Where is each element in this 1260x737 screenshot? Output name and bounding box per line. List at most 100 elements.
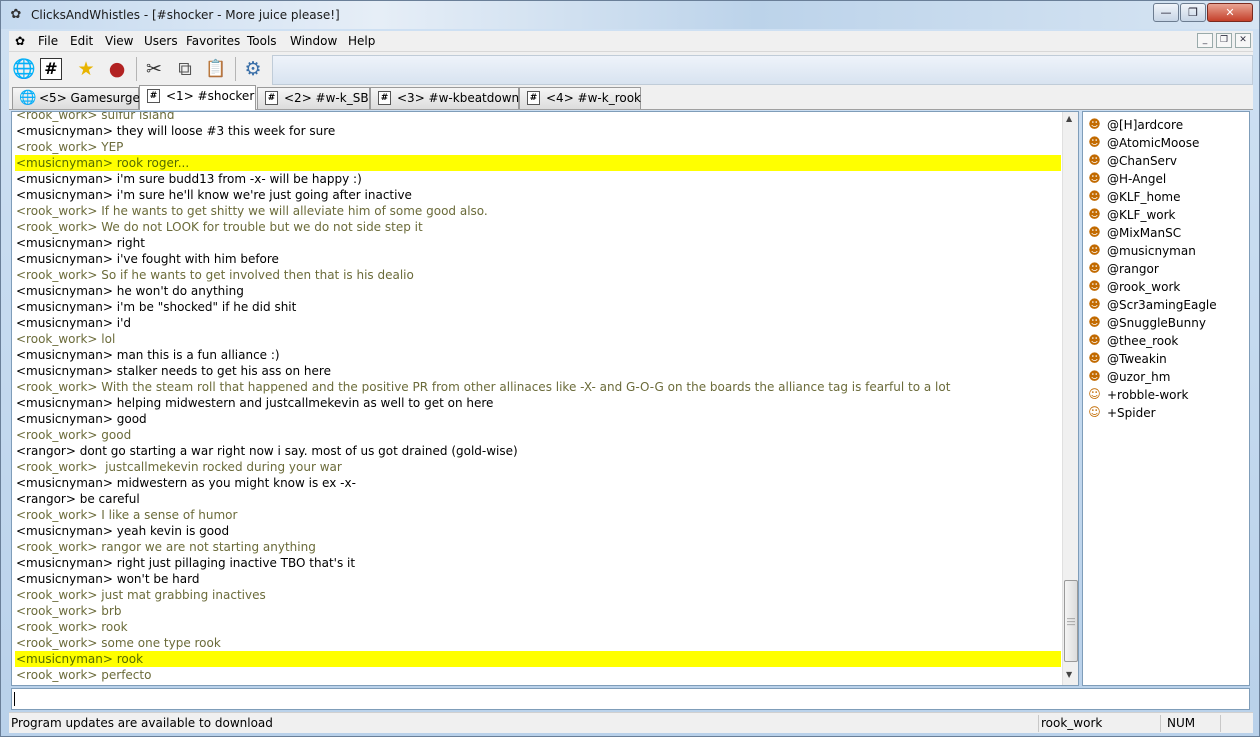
message-input[interactable] (11, 688, 1250, 710)
menu-window[interactable]: Window (287, 33, 340, 50)
status-extra (1220, 715, 1253, 732)
chat-line: <rook_work> some one type rook (16, 636, 221, 650)
user-nick: @ChanServ (1107, 154, 1177, 168)
minimize-button[interactable]: — (1153, 3, 1179, 22)
chat-log-pane[interactable]: <rook_work> sulfur island <musicnyman> th… (11, 111, 1079, 686)
copy-icon[interactable]: ⧉ (171, 55, 199, 83)
clipboard-icon[interactable]: 📋 (202, 55, 230, 83)
user-nick: @MixManSC (1107, 226, 1182, 240)
user-nick: @rook_work (1107, 280, 1181, 294)
child-restore-button[interactable]: ❐ (1216, 33, 1232, 48)
operator-user-icon: ☻ (1088, 261, 1101, 275)
tab-gamesurge[interactable]: 🌐 <5> Gamesurge (12, 87, 140, 109)
scroll-up-arrow-icon[interactable]: ▲ (1066, 114, 1072, 123)
child-minimize-button[interactable]: _ (1197, 33, 1213, 48)
user-list-item[interactable]: ☻ @ChanServ (1087, 152, 1177, 170)
user-list[interactable]: ☻ @[H]ardcore ☻ @AtomicMoose ☻ @ChanServ ☻ @H-A… (1082, 111, 1250, 686)
menu-help[interactable]: Help (345, 33, 378, 50)
operator-user-icon: ☻ (1088, 117, 1101, 131)
chat-line: <rook_work> just mat grabbing inactives (16, 588, 266, 602)
user-list-item[interactable]: ☻ @Tweakin (1087, 350, 1167, 368)
user-nick: @AtomicMoose (1107, 136, 1200, 150)
chat-line: <rook_work> I like a sense of humor (16, 508, 238, 522)
chat-log: <rook_work> sulfur island <musicnyman> th… (15, 112, 1061, 683)
chat-line: <musicnyman> midwestern as you might kno… (16, 476, 356, 490)
tab-shocker[interactable]: # <1> #shocker (139, 85, 256, 110)
chat-scrollbar[interactable]: ▲ ― ― ― ▼ (1062, 112, 1078, 685)
toolbar-separator (136, 57, 137, 81)
user-list-item[interactable]: ☻ @uzor_hm (1087, 368, 1170, 386)
chat-line: <rook_work> perfecto (16, 668, 152, 682)
chat-line: <musicnyman> helping midwestern and just… (16, 396, 494, 410)
scroll-down-arrow-icon[interactable]: ▼ (1066, 670, 1072, 679)
hash-icon[interactable]: # (40, 58, 62, 80)
user-nick: @uzor_hm (1107, 370, 1171, 384)
menu-users[interactable]: Users (141, 33, 181, 50)
user-nick: @SnuggleBunny (1107, 316, 1206, 330)
close-button[interactable]: ✕ (1207, 3, 1253, 22)
document-menu-icon[interactable]: ✿ (15, 33, 31, 49)
tab-w-kbeatdown[interactable]: # <3> #w-kbeatdown (370, 87, 519, 109)
operator-user-icon: ☻ (1088, 297, 1101, 311)
chat-line: <rook_work> justcallmekevin rocked durin… (16, 460, 342, 474)
channel-tabs: 🌐 <5> Gamesurge # <1> #shocker # <2> #w-… (9, 85, 1253, 110)
user-list-item[interactable]: ☻ @MixManSC (1087, 224, 1181, 242)
user-list-item[interactable]: ☻ @H-Angel (1087, 170, 1166, 188)
user-nick: +robble-work (1107, 388, 1189, 402)
title-bar[interactable]: ✿ ClicksAndWhistles - [#shocker - More j… (1, 1, 1259, 29)
chat-line: <rook_work> rangor we are not starting a… (16, 540, 316, 554)
tab-w-k-rook[interactable]: # <4> #w-k_rook (519, 87, 641, 109)
grip-icon: ― ― ― (1067, 614, 1075, 629)
user-nick: +Spider (1107, 406, 1156, 420)
chat-line: <rook_work> So if he wants to get involv… (16, 268, 414, 282)
user-list-item[interactable]: ☻ @[H]ardcore (1087, 116, 1183, 134)
user-list-item[interactable]: ☻ @musicnyman (1087, 242, 1196, 260)
chat-line: <musicnyman> i'd (16, 316, 132, 330)
user-list-item[interactable]: ☻ @KLF_work (1087, 206, 1175, 224)
status-numlock: NUM (1160, 715, 1220, 732)
menu-edit[interactable]: Edit (67, 33, 96, 50)
operator-user-icon: ☻ (1088, 315, 1101, 329)
tab-w-k-sb[interactable]: # <2> #w-k_SB (257, 87, 370, 109)
menu-tools[interactable]: Tools (244, 33, 280, 50)
app-logo-icon: ✿ (10, 7, 22, 22)
user-nick: @H-Angel (1107, 172, 1167, 186)
menu-favorites[interactable]: Favorites (183, 33, 243, 50)
chat-line: <musicnyman> right just pillaging inacti… (16, 556, 356, 570)
maximize-button[interactable]: ❐ (1180, 3, 1206, 22)
settings-icon[interactable]: ⚙ (239, 55, 267, 83)
operator-user-icon: ☻ (1088, 189, 1101, 203)
user-list-item[interactable]: ☻ @rook_work (1087, 278, 1180, 296)
user-list-item[interactable]: ☺ +Spider (1087, 404, 1156, 422)
chat-line: <rangor> be careful (16, 492, 140, 506)
globe-icon[interactable]: 🌐 (10, 55, 38, 83)
operator-user-icon: ☻ (1088, 171, 1101, 185)
ball-icon[interactable]: ● (103, 55, 131, 83)
user-list-item[interactable]: ☺ +robble-work (1087, 386, 1188, 404)
user-list-item[interactable]: ☻ @rangor (1087, 260, 1159, 278)
chat-line: <musicnyman> they will loose #3 this wee… (16, 124, 336, 138)
voiced-user-icon: ☺ (1088, 405, 1101, 419)
star-icon[interactable]: ★ (72, 55, 100, 83)
scissors-icon[interactable]: ✂ (140, 55, 168, 83)
user-list-item[interactable]: ☻ @KLF_home (1087, 188, 1180, 206)
user-list-item[interactable]: ☻ @AtomicMoose (1087, 134, 1199, 152)
operator-user-icon: ☻ (1088, 351, 1101, 365)
scrollbar-thumb[interactable]: ― ― ― (1064, 580, 1078, 662)
menu-file[interactable]: File (35, 33, 61, 50)
tab-label: <5> Gamesurge (39, 91, 140, 105)
channel-icon: # (147, 89, 160, 103)
chat-line: <rook_work> brb (16, 604, 122, 618)
chat-line: <musicnyman> i'm be "shocked" if he did … (16, 300, 297, 314)
chat-line: <rook_work> good (16, 428, 132, 442)
channel-icon: # (527, 91, 540, 105)
window-title: ClicksAndWhistles - [#shocker - More jui… (31, 8, 340, 22)
user-list-item[interactable]: ☻ @Scr3amingEagle (1087, 296, 1216, 314)
menu-view[interactable]: View (102, 33, 136, 50)
child-close-button[interactable]: ✕ (1235, 33, 1251, 48)
user-nick: @musicnyman (1107, 244, 1196, 258)
globe-icon: 🌐 (19, 90, 37, 106)
user-list-item[interactable]: ☻ @thee_rook (1087, 332, 1178, 350)
operator-user-icon: ☻ (1088, 243, 1101, 257)
user-list-item[interactable]: ☻ @SnuggleBunny (1087, 314, 1206, 332)
